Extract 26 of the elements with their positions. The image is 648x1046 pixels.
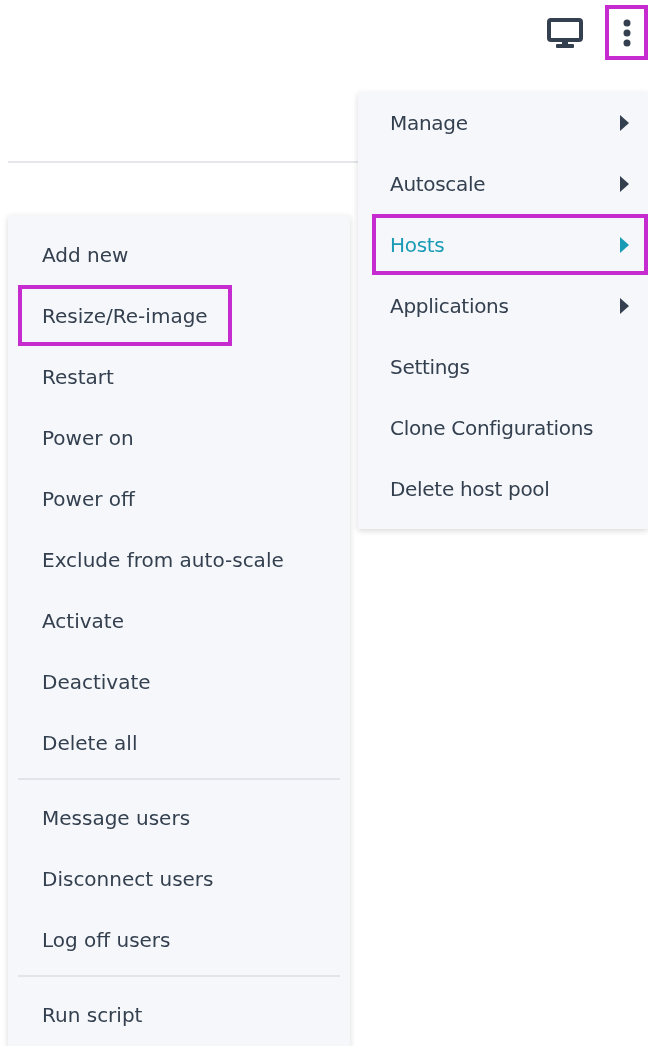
menu-item[interactable]: Autoscale [372, 153, 648, 214]
menu-item[interactable]: Run script [18, 984, 167, 1045]
monitor-icon [547, 17, 583, 48]
menu-item[interactable]: Manage [372, 92, 648, 153]
menu-item[interactable]: Power on [18, 407, 158, 468]
menu-item[interactable]: Delete host pool [372, 458, 648, 519]
menu-item[interactable]: Exclude from auto-scale [18, 529, 308, 590]
menu-item[interactable]: Restart [18, 346, 138, 407]
caret-icon [619, 296, 630, 315]
menu-item[interactable]: Add new [18, 224, 153, 285]
caret-icon [619, 113, 630, 132]
menu-item[interactable]: Clone Configurations [372, 397, 648, 458]
menu-item[interactable]: Applications [372, 275, 648, 336]
caret-icon [619, 235, 630, 254]
menu-item[interactable]: Delete all [18, 712, 162, 773]
more-icon [622, 18, 631, 47]
menu-item[interactable]: Activate [18, 590, 148, 651]
menu-item[interactable]: Log off users [18, 909, 195, 970]
menu-item[interactable]: Deactivate [18, 651, 175, 712]
menu-item[interactable]: Resize/Re-image [18, 285, 232, 346]
menu-item[interactable]: Power off [18, 468, 159, 529]
menu-item[interactable]: Disconnect users [18, 848, 238, 909]
caret-icon [619, 174, 630, 193]
more-button[interactable] [605, 5, 648, 60]
menu-item[interactable]: Message users [18, 787, 215, 848]
menu-item[interactable]: Settings [372, 336, 648, 397]
